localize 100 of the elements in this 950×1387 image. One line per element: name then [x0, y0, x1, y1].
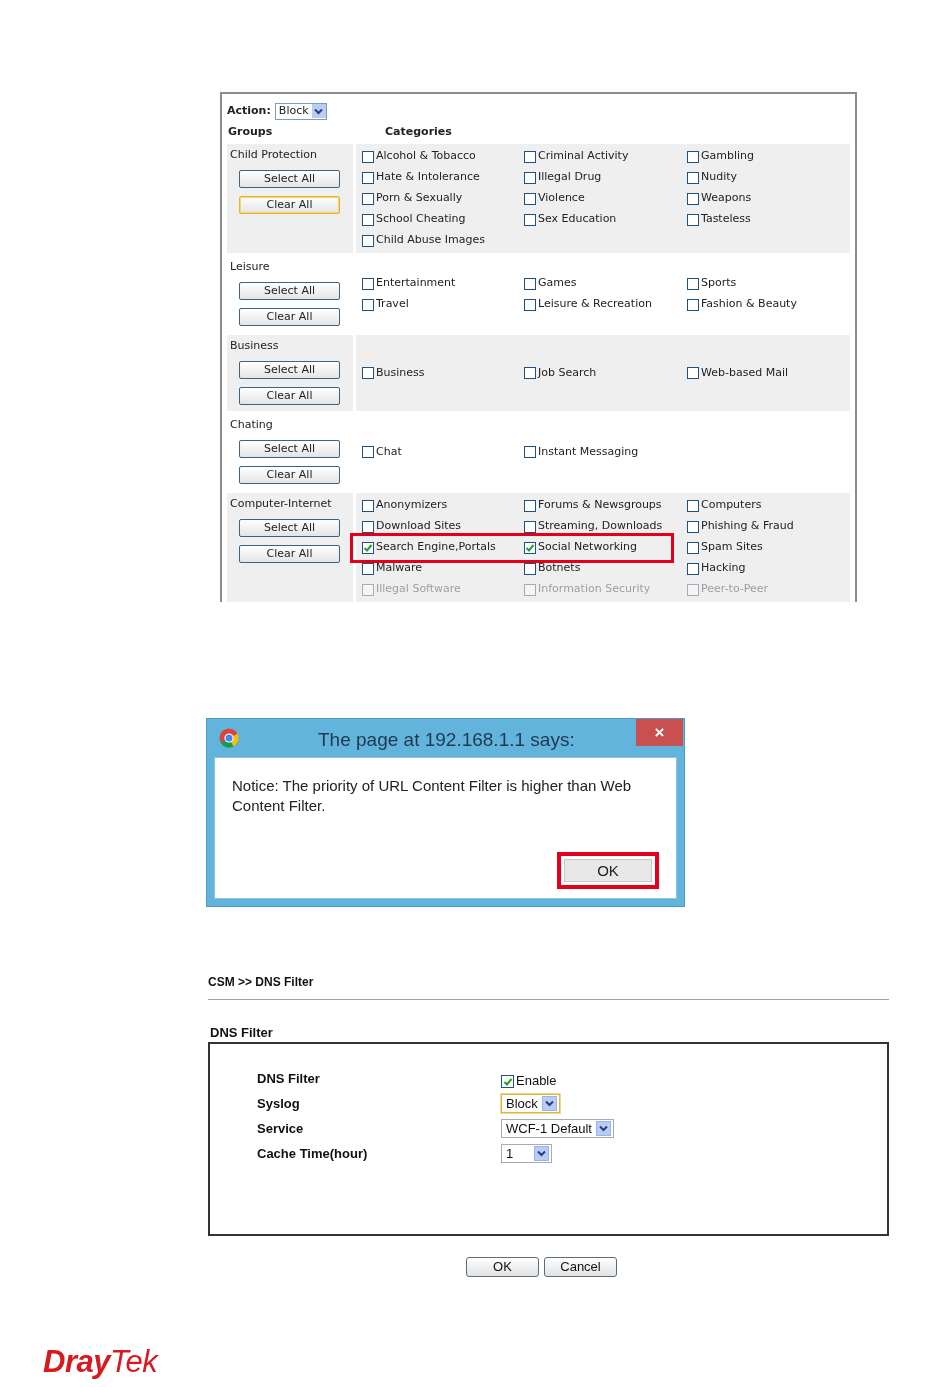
column-header: Categories — [385, 123, 452, 140]
checkbox[interactable] — [524, 541, 536, 554]
checkbox[interactable] — [687, 541, 699, 554]
checkbox[interactable] — [362, 150, 374, 163]
category-label: Entertainment — [376, 275, 456, 292]
category-label: Games — [538, 275, 577, 292]
breadcrumb: CSM >> DNS Filter — [208, 974, 315, 989]
checkbox[interactable] — [524, 192, 536, 205]
category-label: Travel — [376, 296, 409, 313]
category-label: Streaming, Downloads — [538, 518, 663, 535]
checkbox[interactable] — [362, 234, 374, 247]
dropdown[interactable]: Block — [501, 1094, 560, 1113]
checkbox[interactable] — [524, 367, 536, 379]
checkbox[interactable] — [524, 499, 536, 512]
field-label: Cache Time(hour) — [256, 1144, 369, 1163]
checkbox[interactable] — [687, 499, 699, 512]
checkbox[interactable] — [362, 171, 374, 184]
checkbox[interactable] — [687, 171, 699, 184]
checkbox[interactable] — [524, 277, 536, 290]
checkbox[interactable] — [362, 446, 374, 458]
select-button[interactable]: Select All — [239, 282, 340, 300]
category-label: Search Engine,Portals — [376, 539, 496, 556]
category-label: Alcohol & Tobacco — [376, 148, 476, 165]
group-name: Chating — [229, 417, 274, 432]
group-name: Business — [229, 338, 280, 353]
select-button[interactable]: Clear All — [239, 545, 340, 563]
select-button[interactable]: Select All — [239, 170, 340, 188]
category-label: Computers — [701, 497, 762, 514]
category-label: Forums & Newsgroups — [538, 497, 662, 514]
category-label: Tasteless — [701, 211, 751, 228]
round-logo-icon — [219, 728, 239, 748]
group-name: Child Protection — [229, 147, 318, 162]
form-button[interactable]: OK — [466, 1257, 539, 1277]
category-label: Malware — [376, 560, 423, 577]
section-title: DNS Filter — [210, 1024, 274, 1039]
checkbox[interactable] — [687, 192, 699, 205]
checkbox[interactable] — [362, 367, 374, 379]
category-label: Sex Education — [538, 211, 617, 228]
checkbox[interactable] — [362, 541, 374, 554]
category-label: Illegal Software — [376, 581, 461, 598]
select-button[interactable]: Clear All — [239, 196, 340, 214]
checkbox[interactable] — [362, 213, 374, 226]
group-name: Computer-Internet — [229, 496, 333, 511]
category-label: School Cheating — [376, 211, 466, 228]
checkbox[interactable] — [687, 298, 699, 311]
group-name: Leisure — [229, 259, 271, 274]
checkbox[interactable] — [501, 1075, 514, 1089]
checkbox[interactable] — [687, 277, 699, 290]
select-button[interactable]: Select All — [239, 361, 340, 379]
checkbox[interactable] — [362, 192, 374, 205]
checkbox[interactable] — [524, 298, 536, 311]
action-label: Action: — [227, 102, 271, 119]
category-label: Weapons — [701, 190, 752, 207]
checkbox[interactable] — [687, 150, 699, 163]
checkbox[interactable] — [524, 171, 536, 184]
select-button[interactable]: Clear All — [239, 308, 340, 326]
category-label: Child Abuse Images — [376, 232, 485, 249]
ok-button[interactable]: OK — [564, 859, 652, 882]
checkbox[interactable] — [687, 520, 699, 533]
category-label: Web-based Mail — [701, 364, 788, 381]
dialog-title: The page at 192.168.1.1 says: — [318, 728, 575, 752]
checkbox[interactable] — [524, 520, 536, 533]
checkbox[interactable] — [362, 277, 374, 290]
checkbox-label: Enable — [516, 1071, 557, 1090]
select-button[interactable]: Clear All — [239, 466, 340, 484]
category-label: Peer-to-Peer — [701, 581, 769, 598]
select-button[interactable]: Select All — [239, 440, 340, 458]
category-label: Download Sites — [376, 518, 462, 535]
form-button[interactable]: Cancel — [544, 1257, 617, 1277]
select-button[interactable]: Clear All — [239, 387, 340, 405]
category-label: Nudity — [701, 169, 738, 186]
dropdown[interactable]: WCF-1 Default — [501, 1119, 614, 1138]
field-label: DNS Filter — [256, 1069, 321, 1088]
category-label: Spam Sites — [701, 539, 763, 556]
dropdown[interactable]: 1 — [501, 1144, 552, 1163]
category-label: Information Security — [538, 581, 651, 598]
checkbox[interactable] — [524, 446, 536, 458]
category-label: Anonymizers — [376, 497, 448, 514]
category-label: Porn & Sexually — [376, 190, 463, 207]
checkbox[interactable] — [687, 562, 699, 575]
checkbox[interactable] — [524, 213, 536, 226]
checkbox[interactable] — [362, 298, 374, 311]
select-button[interactable]: Select All — [239, 519, 340, 537]
field-label: Service — [256, 1119, 305, 1138]
checkbox[interactable] — [362, 499, 374, 512]
checkbox[interactable] — [362, 520, 374, 533]
category-label: Gambling — [701, 148, 755, 165]
category-label: Botnets — [538, 560, 581, 577]
action-select[interactable]: Block — [274, 102, 327, 120]
checkbox[interactable] — [687, 367, 699, 379]
category-label: Job Search — [538, 364, 597, 381]
category-label: Criminal Activity — [538, 148, 629, 165]
close-button[interactable]: × — [636, 719, 683, 746]
category-label: Phishing & Fraud — [701, 518, 794, 535]
category-label: Chat — [376, 443, 402, 460]
category-label: Sports — [701, 275, 737, 292]
category-label: Hate & Intolerance — [376, 169, 480, 186]
brand-logo: DrayTek — [43, 1345, 158, 1379]
checkbox[interactable] — [687, 213, 699, 226]
checkbox[interactable] — [524, 150, 536, 163]
